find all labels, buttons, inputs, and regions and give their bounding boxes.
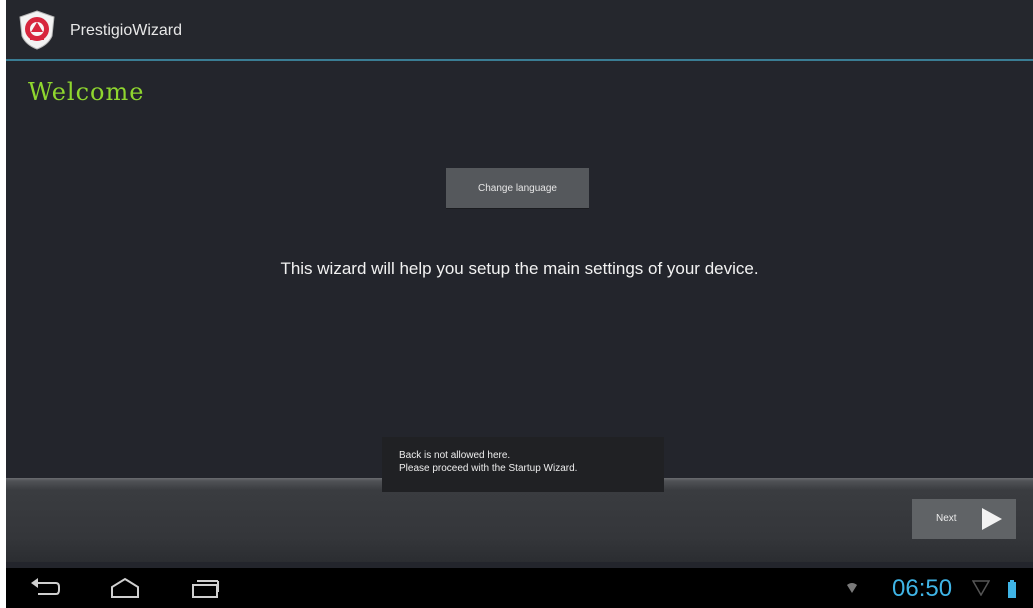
home-icon[interactable] bbox=[108, 576, 142, 600]
toast-message: Back is not allowed here. Please proceed… bbox=[382, 437, 664, 492]
page-title: Welcome bbox=[28, 78, 145, 106]
battery-icon bbox=[1008, 580, 1016, 598]
back-icon[interactable] bbox=[28, 576, 62, 600]
wifi-icon bbox=[847, 583, 857, 593]
action-bar: PrestigioWizard bbox=[6, 0, 1033, 61]
status-clock: 06:50 bbox=[892, 575, 953, 602]
change-language-button[interactable]: Change language bbox=[446, 168, 589, 208]
play-arrow-icon bbox=[982, 508, 1002, 530]
signal-icon bbox=[972, 580, 990, 596]
next-button-label: Next bbox=[936, 513, 957, 524]
system-nav-bar: 06:50 bbox=[6, 568, 1033, 608]
app-title: PrestigioWizard bbox=[70, 22, 183, 39]
wizard-description: This wizard will help you setup the main… bbox=[280, 259, 759, 278]
toast-line-2: Please proceed with the Startup Wizard. bbox=[399, 463, 578, 474]
toast-line-1: Back is not allowed here. bbox=[399, 450, 511, 461]
next-button[interactable]: Next bbox=[912, 499, 1016, 539]
app-logo-icon bbox=[19, 10, 55, 50]
recent-apps-icon[interactable] bbox=[188, 576, 222, 600]
screen: PrestigioWizard Welcome Change language … bbox=[6, 0, 1033, 608]
